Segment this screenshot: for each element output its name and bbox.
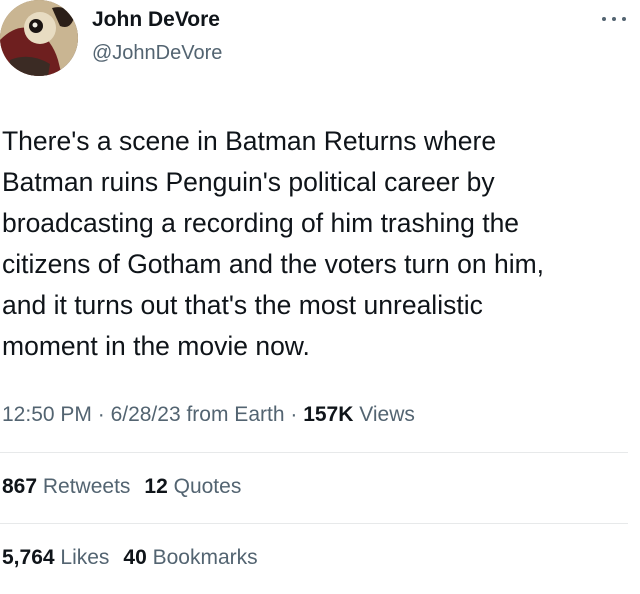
stats-row-retweets: 867 Retweets 12 Quotes <box>2 475 241 499</box>
bookmarks-label: Bookmarks <box>146 546 258 569</box>
retweets-label: Retweets <box>37 475 131 498</box>
meta-separator: · <box>284 403 304 426</box>
views-label: Views <box>353 403 415 426</box>
quotes-count: 12 <box>144 475 168 498</box>
tweet-time[interactable]: 12:50 PM <box>2 403 92 426</box>
likes-label: Likes <box>54 546 110 569</box>
bookmarks-stat[interactable]: 40 Bookmarks <box>123 546 257 569</box>
likes-count: 5,764 <box>2 546 55 569</box>
quotes-stat[interactable]: 12 Quotes <box>144 475 241 498</box>
views-count: 157K <box>303 403 354 426</box>
divider <box>0 452 628 453</box>
tweet-source: from Earth <box>180 403 285 426</box>
avatar-image <box>0 0 78 76</box>
more-horizontal-icon[interactable] <box>602 14 626 24</box>
divider <box>0 523 628 524</box>
tweet-meta: 12:50 PM · 6/28/23 from Earth · 157K Vie… <box>2 403 415 427</box>
bookmarks-count: 40 <box>123 546 147 569</box>
author-handle[interactable]: @JohnDeVore <box>92 42 222 65</box>
quotes-label: Quotes <box>167 475 242 498</box>
retweets-stat[interactable]: 867 Retweets <box>2 475 130 498</box>
stats-row-likes: 5,764 Likes 40 Bookmarks <box>2 546 258 570</box>
likes-stat[interactable]: 5,764 Likes <box>2 546 109 569</box>
meta-separator: · <box>91 403 111 426</box>
tweet-text: There's a scene in Batman Returns where … <box>2 126 545 361</box>
retweets-count: 867 <box>2 475 38 498</box>
avatar[interactable] <box>0 0 78 76</box>
tweet-date[interactable]: 6/28/23 <box>111 403 181 426</box>
author-display-name[interactable]: John DeVore <box>92 8 220 32</box>
